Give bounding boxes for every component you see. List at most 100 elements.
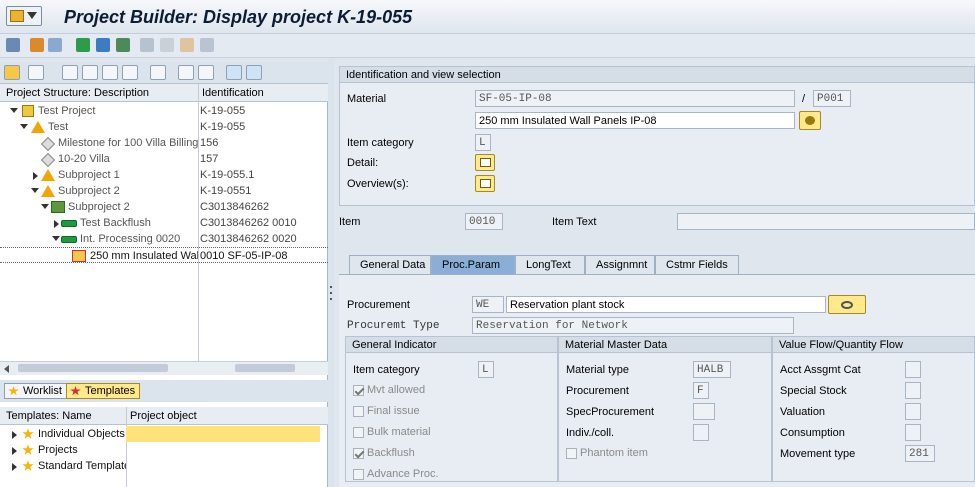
milestone-icon [40,152,56,168]
valuation-label: Valuation [780,406,826,418]
material-master-group: Material Master Data Material type HALB … [558,336,772,482]
delete-icon[interactable] [150,65,166,80]
material-description-field[interactable]: 250 mm Insulated Wall Panels IP-08 [475,112,795,129]
copy-icon[interactable] [200,38,214,52]
phantom-item-label: Phantom item [580,447,648,459]
table-icon[interactable] [140,38,154,52]
indiv-coll-field[interactable] [693,424,709,441]
scroll-thumb[interactable] [235,364,295,372]
template-row-projects[interactable]: Projects [0,442,328,458]
scroll-thumb[interactable] [18,364,168,372]
item-category-field[interactable]: L [475,134,491,151]
consumption-field[interactable] [905,424,921,441]
tree-row-test-backflush[interactable]: Test Backflush C3013846262 0010 [0,215,328,231]
procurement-type-field[interactable]: Reservation for Network [472,317,794,334]
expand-arrow-icon[interactable] [33,172,38,180]
item-field[interactable]: 0010 [465,213,503,230]
system-menu-button[interactable] [6,6,42,26]
phantom-item-checkbox[interactable] [566,448,577,459]
item-label: Item [339,216,361,228]
paste-icon[interactable] [102,65,118,80]
bulk-material-checkbox[interactable] [353,427,364,438]
collapse-arrow-icon[interactable] [20,124,28,129]
template-row-standard[interactable]: Standard Template [0,458,328,474]
final-issue-checkbox[interactable] [353,406,364,417]
edit-icon[interactable] [160,38,174,52]
valuation-field[interactable] [905,403,921,420]
templates-tab[interactable]: Templates [66,383,141,399]
tab-proc-param[interactable]: Proc.Param [431,255,515,274]
back-icon[interactable] [30,38,44,52]
tab-customer-fields[interactable]: Cstmr Fields [655,255,739,274]
new-document-icon[interactable] [28,65,44,80]
tree-row-villa[interactable]: 10-20 Villa 157 [0,151,328,168]
plant-field[interactable]: P001 [813,90,851,107]
column-header-identification[interactable]: Identification [202,87,264,99]
special-stock-field[interactable] [905,382,921,399]
detail-button[interactable] [475,154,495,171]
material-field[interactable]: SF-05-IP-08 [475,90,795,107]
movement-type-field[interactable]: 281 [905,445,935,462]
hierarchy-icon[interactable] [76,38,90,52]
gi-item-category-field[interactable]: L [478,361,494,378]
identification-header: Identification and view selection [340,67,974,83]
tab-assignment[interactable]: Assignmnt [585,255,655,274]
open-folder-icon[interactable] [4,65,20,80]
structure-icon[interactable] [96,38,110,52]
tree-horizontal-scrollbar[interactable] [0,361,328,375]
movement-type-label: Movement type [780,448,856,460]
item-text-field[interactable] [677,213,975,230]
tab-longtext[interactable]: LongText [515,255,585,274]
mm-procurement-field[interactable]: F [693,382,709,399]
material-search-button[interactable] [799,111,821,130]
tree-row-material-component[interactable]: 250 mm Insulated Wal 0010 SF-05-IP-08 [0,247,328,263]
tree-row-test[interactable]: Test K-19-055 [0,119,328,135]
collapse-arrow-icon[interactable] [31,188,39,193]
mvt-allowed-checkbox[interactable] [353,385,364,396]
cut-icon[interactable] [62,65,78,80]
column-header-template-name[interactable]: Templates: Name [6,410,92,422]
collapse-icon[interactable] [246,65,262,80]
material-type-field[interactable]: HALB [693,361,731,378]
expand-arrow-icon[interactable] [12,463,17,471]
wbs-element-icon [31,121,45,133]
collapse-arrow-icon[interactable] [41,204,49,209]
overview-button[interactable] [475,175,495,192]
procurement-code-field[interactable]: WE [472,296,504,313]
acct-assgmt-field[interactable] [905,361,921,378]
tree-row-label: Subproject 1 [58,169,120,181]
column-header-description[interactable]: Project Structure: Description [6,87,149,99]
template-row-individual-objects[interactable]: Individual Objects [0,426,328,442]
tree-row-test-project[interactable]: Test Project K-19-055 [0,103,328,119]
tab-general-data[interactable]: General Data [349,255,431,274]
settings-icon[interactable] [180,38,194,52]
tree-row-id: C3013846262 0020 [200,233,297,245]
find-icon[interactable] [178,65,194,80]
window-title: Project Builder: Display project K-19-05… [64,7,413,27]
collapse-arrow-icon[interactable] [52,236,60,241]
find-next-icon[interactable] [198,65,214,80]
expand-arrow-icon[interactable] [12,431,17,439]
backflush-checkbox[interactable] [353,448,364,459]
expand-arrow-icon[interactable] [12,447,17,455]
procurement-description-field[interactable]: Reservation plant stock [506,296,826,313]
expand-icon[interactable] [226,65,242,80]
tree-row-int-processing[interactable]: Int. Processing 0020 C3013846262 0020 [0,231,328,247]
worklist-tab[interactable]: Worklist [4,383,67,399]
collapse-arrow-icon[interactable] [10,108,18,113]
advance-proc-checkbox[interactable] [353,469,364,480]
network-icon[interactable] [116,38,130,52]
forward-icon[interactable] [48,38,62,52]
procurement-change-button[interactable] [828,295,866,314]
tree-row-subproject-1[interactable]: Subproject 1 K-19-055.1 [0,167,328,183]
display-change-icon[interactable] [6,38,20,52]
pane-splitter[interactable] [328,58,334,487]
expand-arrow-icon[interactable] [54,220,59,228]
undo-icon[interactable] [122,65,138,80]
spec-procurement-field[interactable] [693,403,715,420]
tree-row-network[interactable]: Subproject 2 C3013846262 [0,199,328,215]
column-header-project-object[interactable]: Project object [130,410,197,422]
tree-row-subproject-2[interactable]: Subproject 2 K-19-0551 [0,183,328,199]
tree-row-milestone[interactable]: Milestone for 100 Villa Billing 156 [0,135,328,152]
copy-icon[interactable] [82,65,98,80]
